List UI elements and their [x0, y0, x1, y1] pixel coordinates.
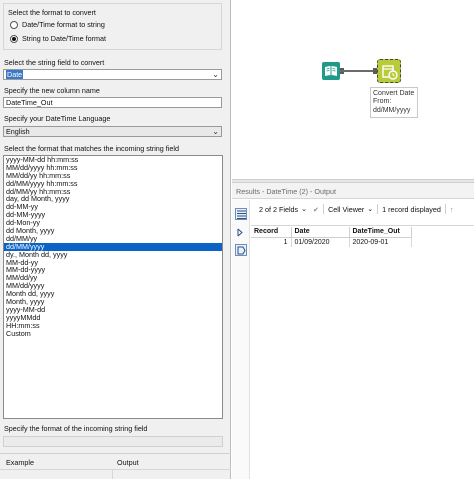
chevron-down-icon[interactable]: ⌄ — [367, 205, 373, 213]
new-column-label: Specify the new column name — [4, 86, 100, 95]
annotation-line: From: — [373, 98, 392, 106]
connection-line[interactable] — [340, 70, 374, 72]
results-window: Results - DateTime (2) - Output 2 of 2 F… — [232, 183, 474, 479]
grid-header-example: Example — [6, 458, 34, 467]
new-column-value: DateTime_Out — [6, 98, 53, 107]
format-list-label: Select the format that matches the incom… — [4, 144, 179, 153]
configuration-panel: Select the format to convert Date/Time f… — [0, 0, 231, 479]
radio-to-datetime-button[interactable] — [10, 34, 18, 43]
radio-to-string-button[interactable] — [10, 20, 18, 29]
table-row[interactable]: 1 01/09/2020 2020-09-01 — [251, 237, 412, 247]
format-list-item[interactable]: Custom — [4, 329, 222, 338]
toolbar-divider — [444, 204, 446, 214]
datetime-tool[interactable] — [377, 59, 401, 83]
field-dropdown[interactable]: Date ⌄ — [3, 69, 222, 80]
input-data-tool[interactable] — [322, 62, 340, 80]
chevron-down-icon[interactable]: ⌄ — [212, 70, 219, 80]
toolbar-divider — [377, 204, 379, 214]
records-count: 1 record displayed — [382, 204, 441, 214]
grid-divider — [0, 469, 231, 470]
toolbar-divider — [251, 225, 474, 226]
radio-to-string-label: Date/Time format to string — [22, 20, 105, 29]
annotation-line: Convert Date — [373, 90, 415, 97]
cell-viewer-selector[interactable]: Cell Viewer — [328, 205, 364, 214]
toolbar-divider — [323, 204, 325, 214]
language-dropdown-value: English — [6, 127, 30, 136]
table-view-icon[interactable] — [235, 208, 247, 220]
fields-selector[interactable]: 2 of 2 Fields — [259, 205, 298, 214]
radio-to-string[interactable]: Date/Time format to string — [10, 20, 105, 29]
chevron-down-icon[interactable]: ⌄ — [301, 205, 307, 213]
results-toolbar: 2 of 2 Fields ⌄ ✔ Cell Viewer ⌄ 1 record… — [251, 202, 474, 216]
results-title: Results - DateTime (2) - Output — [232, 183, 474, 199]
radio-to-datetime-label: String to Date/Time format — [22, 34, 107, 43]
tool-annotation: Convert Date From: dd/MM/yyyy — [370, 87, 418, 118]
grid-header-output: Output — [117, 458, 139, 467]
language-dropdown[interactable]: English ⌄ — [3, 126, 222, 137]
annotation-line: dd/MM/yyyy — [373, 106, 411, 114]
field-label: Select the string field to convert — [4, 58, 105, 67]
checkmark-icon[interactable]: ✔ — [313, 205, 319, 214]
grid-divider — [112, 469, 113, 479]
table-cell[interactable]: 1 — [251, 237, 292, 247]
table-cell[interactable]: 01/09/2020 — [291, 237, 350, 247]
incoming-format-input[interactable] — [3, 436, 223, 447]
metadata-view-icon[interactable] — [235, 226, 247, 238]
table-cell[interactable]: 2020-09-01 — [349, 237, 412, 247]
incoming-format-label: Specify the format of the incoming strin… — [4, 424, 148, 433]
format-list-item[interactable]: HH:mm:ss — [4, 321, 222, 330]
column-header[interactable]: Date — [291, 227, 350, 238]
format-listbox[interactable]: yyyy-MM-dd hh:mm:ss MM/dd/yyyy hh:mm:ss MM… — [3, 155, 223, 419]
language-label: Specify your DateTime Language — [4, 114, 111, 123]
results-sidebar — [232, 200, 250, 479]
column-header[interactable]: Record — [251, 227, 292, 238]
format-group: Select the format to convert Date/Time f… — [3, 3, 222, 50]
chevron-down-icon[interactable]: ⌄ — [212, 127, 219, 137]
workflow-canvas[interactable]: Convert Date From: dd/MM/yyyy — [232, 0, 474, 179]
format-group-title: Select the format to convert — [8, 8, 96, 17]
table-header-row: Record Date DateTime_Out — [251, 227, 412, 238]
example-output-grid: Example Output — [0, 453, 231, 479]
radio-to-datetime[interactable]: String to Date/Time format — [10, 34, 106, 43]
message-view-icon[interactable] — [235, 244, 247, 256]
column-header[interactable]: DateTime_Out — [349, 227, 412, 238]
field-dropdown-value: Date — [6, 70, 24, 79]
results-table: Record Date DateTime_Out 1 01/09/2020 20… — [251, 227, 412, 247]
new-column-input[interactable]: DateTime_Out — [3, 97, 222, 108]
arrow-up-icon[interactable]: ↑ — [450, 205, 454, 214]
